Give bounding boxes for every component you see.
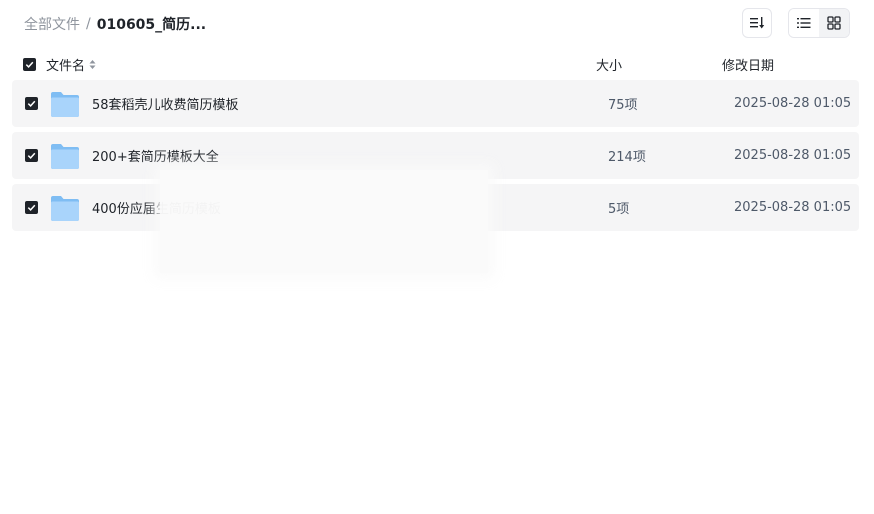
header-date[interactable]: 修改日期 <box>722 55 859 74</box>
file-date: 2025-08-28 01:05 <box>734 96 852 111</box>
file-size: 214项 <box>608 150 646 165</box>
sort-order-icon <box>750 17 765 29</box>
check-icon <box>27 100 35 107</box>
header-name-cell[interactable]: 文件名 <box>46 55 596 74</box>
row-check-cell <box>12 149 50 162</box>
file-size: 5项 <box>608 202 630 217</box>
breadcrumb-separator: / <box>86 16 91 32</box>
row-name-cell[interactable]: 58套稻壳儿收费简历模板 <box>50 90 608 118</box>
sort-icon[interactable] <box>89 59 96 70</box>
file-name: 58套稻壳儿收费简历模板 <box>92 98 239 113</box>
grid-view-button[interactable] <box>819 9 849 37</box>
check-icon <box>25 61 33 68</box>
list-view-icon <box>797 18 811 28</box>
check-icon <box>27 204 35 211</box>
row-checkbox[interactable] <box>24 149 38 162</box>
row-check-cell <box>12 97 50 110</box>
table-header: 文件名 大小 修改日期 <box>12 52 859 76</box>
row-checkbox[interactable] <box>24 97 38 110</box>
file-date: 2025-08-28 01:05 <box>734 148 852 163</box>
sort-button[interactable] <box>742 8 772 38</box>
header-name: 文件名 <box>46 58 86 74</box>
select-all-checkbox[interactable] <box>22 57 36 71</box>
folder-icon <box>51 91 79 117</box>
blur-overlay <box>160 170 488 273</box>
breadcrumb: 全部文件 / 010605_简历... <box>24 13 206 35</box>
breadcrumb-root[interactable]: 全部文件 <box>24 14 80 34</box>
folder-icon <box>51 195 79 221</box>
file-browser: 全部文件 / 010605_简历... 文件名 大小 修改日期 58套稻壳儿收费… <box>0 0 874 514</box>
table-row[interactable]: 58套稻壳儿收费简历模板 75项 2025-08-28 01:05 <box>12 80 859 127</box>
list-view-button[interactable] <box>789 9 819 37</box>
row-checkbox[interactable] <box>24 201 38 214</box>
toolbar <box>742 8 850 38</box>
select-all-cell <box>12 57 46 71</box>
row-name-cell[interactable]: 200+套简历模板大全 <box>50 142 608 170</box>
row-check-cell <box>12 201 50 214</box>
header-size[interactable]: 大小 <box>596 55 722 74</box>
grid-view-icon <box>827 16 841 30</box>
file-name: 200+套简历模板大全 <box>92 150 219 165</box>
file-size: 75项 <box>608 98 638 113</box>
view-switch <box>788 8 850 38</box>
check-icon <box>27 152 35 159</box>
file-date: 2025-08-28 01:05 <box>734 200 852 215</box>
breadcrumb-current[interactable]: 010605_简历... <box>97 14 206 34</box>
folder-icon <box>51 143 79 169</box>
